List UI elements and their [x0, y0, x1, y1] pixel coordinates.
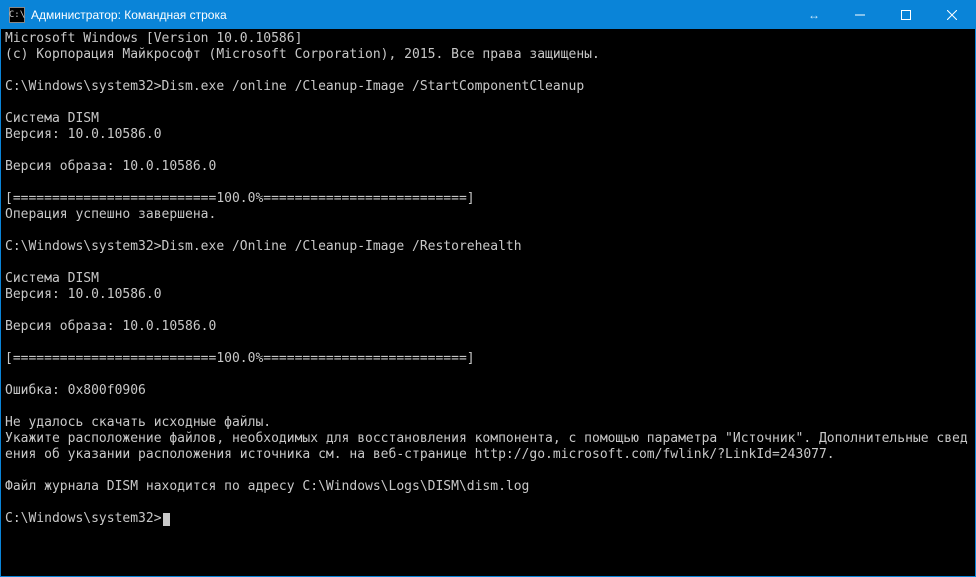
console-line: Система DISM	[5, 271, 971, 287]
console-line	[5, 223, 971, 239]
console-line: Версия образа: 10.0.10586.0	[5, 319, 971, 335]
console-line: Операция успешно завершена.	[5, 207, 971, 223]
console-line: Система DISM	[5, 111, 971, 127]
console-output[interactable]: Microsoft Windows [Version 10.0.10586](c…	[1, 29, 975, 576]
console-line: [==========================100.0%=======…	[5, 351, 971, 367]
console-line: Файл журнала DISM находится по адресу C:…	[5, 479, 971, 495]
console-line	[5, 463, 971, 479]
console-line	[5, 303, 971, 319]
console-line	[5, 399, 971, 415]
minimize-icon	[855, 10, 865, 20]
console-line	[5, 367, 971, 383]
console-line: Microsoft Windows [Version 10.0.10586]	[5, 31, 971, 47]
console-line	[5, 143, 971, 159]
window-controls	[837, 1, 975, 29]
console-line: Версия: 10.0.10586.0	[5, 287, 971, 303]
console-line: Версия образа: 10.0.10586.0	[5, 159, 971, 175]
console-line	[5, 255, 971, 271]
console-line	[5, 495, 971, 511]
command-prompt-window: C:\ Администратор: Командная строка ↔ Mi…	[0, 0, 976, 577]
console-line: Ошибка: 0x800f0906	[5, 383, 971, 399]
window-title: Администратор: Командная строка	[31, 8, 227, 22]
prompt-line: C:\Windows\system32>Dism.exe /Online /Cl…	[5, 239, 971, 255]
minimize-button[interactable]	[837, 1, 883, 29]
console-line: Версия: 10.0.10586.0	[5, 127, 971, 143]
close-icon	[947, 10, 957, 20]
prompt-line: C:\Windows\system32>	[5, 511, 971, 527]
resize-horizontal-icon[interactable]: ↔	[791, 1, 837, 29]
console-line	[5, 63, 971, 79]
app-icon: C:\	[9, 7, 25, 23]
console-line: (c) Корпорация Майкрософт (Microsoft Cor…	[5, 47, 971, 63]
maximize-icon	[901, 10, 911, 20]
console-line: [==========================100.0%=======…	[5, 191, 971, 207]
prompt-line: C:\Windows\system32>Dism.exe /online /Cl…	[5, 79, 971, 95]
titlebar[interactable]: C:\ Администратор: Командная строка ↔	[1, 1, 975, 29]
prompt-path: C:\Windows\system32>	[5, 511, 162, 526]
console-line	[5, 335, 971, 351]
maximize-button[interactable]	[883, 1, 929, 29]
close-button[interactable]	[929, 1, 975, 29]
console-line: Укажите расположение файлов, необходимых…	[5, 431, 971, 463]
console-line	[5, 175, 971, 191]
console-line: Не удалось скачать исходные файлы.	[5, 415, 971, 431]
cursor	[163, 513, 170, 526]
console-line	[5, 95, 971, 111]
